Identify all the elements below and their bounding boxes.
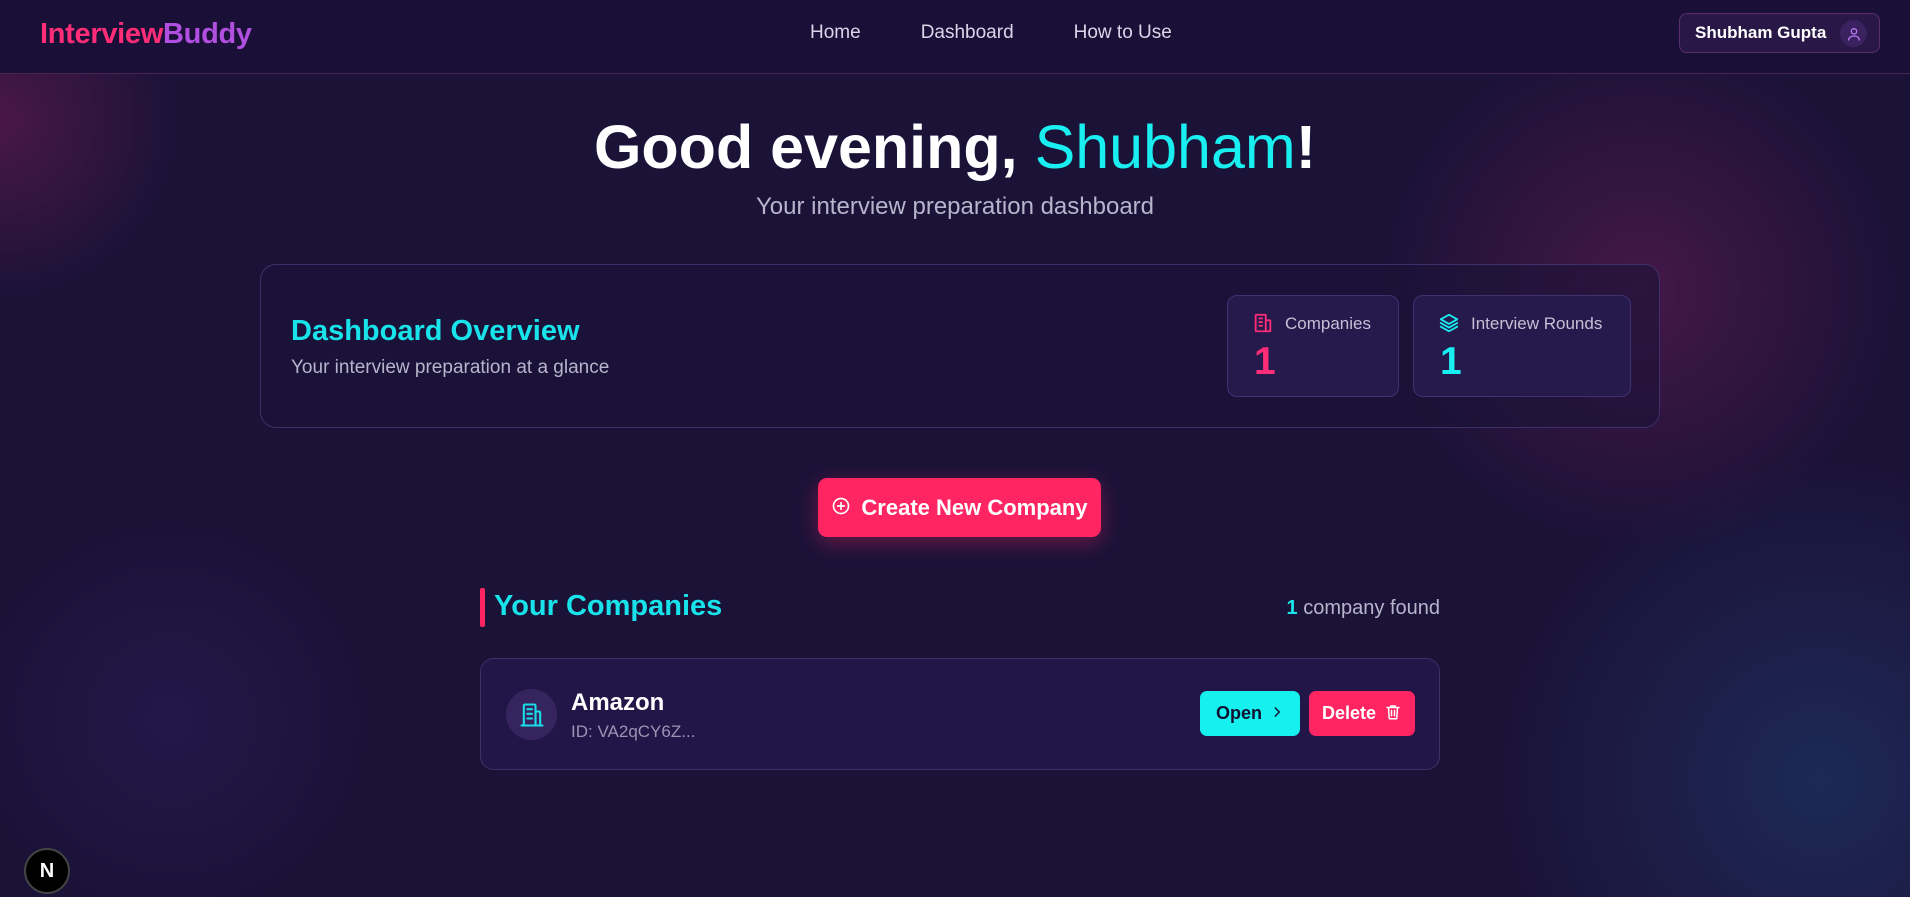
greeting-prefix: Good evening, (593, 113, 1035, 181)
company-count: 1 company found (1287, 597, 1440, 620)
your-companies-title: Your Companies (494, 590, 723, 622)
logo-part-interview: Interview (40, 18, 164, 50)
layers-icon (1438, 312, 1462, 336)
logo-part-buddy: Buddy (163, 18, 252, 50)
company-name: Amazon (571, 689, 665, 716)
greeting-suffix: ! (1295, 113, 1317, 181)
open-company-button[interactable]: Open (1200, 691, 1300, 736)
company-id: ID: VA2qCY6Z... (571, 722, 696, 741)
greeting-name: Shubham (1034, 113, 1296, 181)
company-count-number: 1 (1286, 597, 1298, 619)
stat-label-interview-rounds: Interview Rounds (1471, 314, 1603, 333)
dashboard-overview-card: Dashboard Overview Your interview prepar… (260, 264, 1660, 428)
stat-value-interview-rounds: 1 (1440, 340, 1462, 383)
section-accent-bar (480, 588, 485, 627)
greeting-heading: Good evening, Shubham! (0, 112, 1910, 182)
logo[interactable]: InterviewBuddy (40, 18, 252, 51)
user-menu-button[interactable]: Shubham Gupta (1679, 13, 1880, 53)
nav-link-dashboard[interactable]: Dashboard (921, 22, 1014, 44)
delete-company-button[interactable]: Delete (1309, 691, 1415, 736)
stat-label-companies: Companies (1285, 314, 1371, 333)
building-icon (1252, 312, 1276, 336)
create-new-company-button[interactable]: Create New Company (818, 478, 1101, 537)
user-icon (1840, 20, 1867, 47)
stat-card-companies: Companies 1 (1227, 295, 1399, 397)
nav-link-home[interactable]: Home (810, 22, 861, 44)
chevron-right-icon (1270, 705, 1284, 722)
stat-card-interview-rounds: Interview Rounds 1 (1413, 295, 1631, 397)
plus-circle-icon (831, 496, 851, 519)
company-building-icon (506, 689, 557, 740)
nav-link-how-to-use[interactable]: How to Use (1074, 22, 1172, 44)
user-name: Shubham Gupta (1695, 23, 1827, 42)
stat-value-companies: 1 (1254, 340, 1276, 383)
open-label: Open (1215, 703, 1262, 723)
overview-subtitle: Your interview preparation at a glance (291, 357, 610, 378)
delete-label: Delete (1321, 703, 1377, 723)
overview-title: Dashboard Overview (291, 315, 580, 347)
create-new-company-label: Create New Company (861, 494, 1088, 520)
company-card[interactable]: Amazon ID: VA2qCY6Z... Open Delete (480, 658, 1440, 770)
navbar: InterviewBuddy Home Dashboard How to Use… (0, 0, 1910, 74)
trash-icon (1384, 703, 1402, 724)
framework-badge[interactable]: N (24, 848, 70, 894)
nav-links: Home Dashboard How to Use (810, 22, 1172, 44)
page-subtitle: Your interview preparation dashboard (755, 193, 1155, 220)
company-count-suffix: company found (1297, 597, 1440, 619)
